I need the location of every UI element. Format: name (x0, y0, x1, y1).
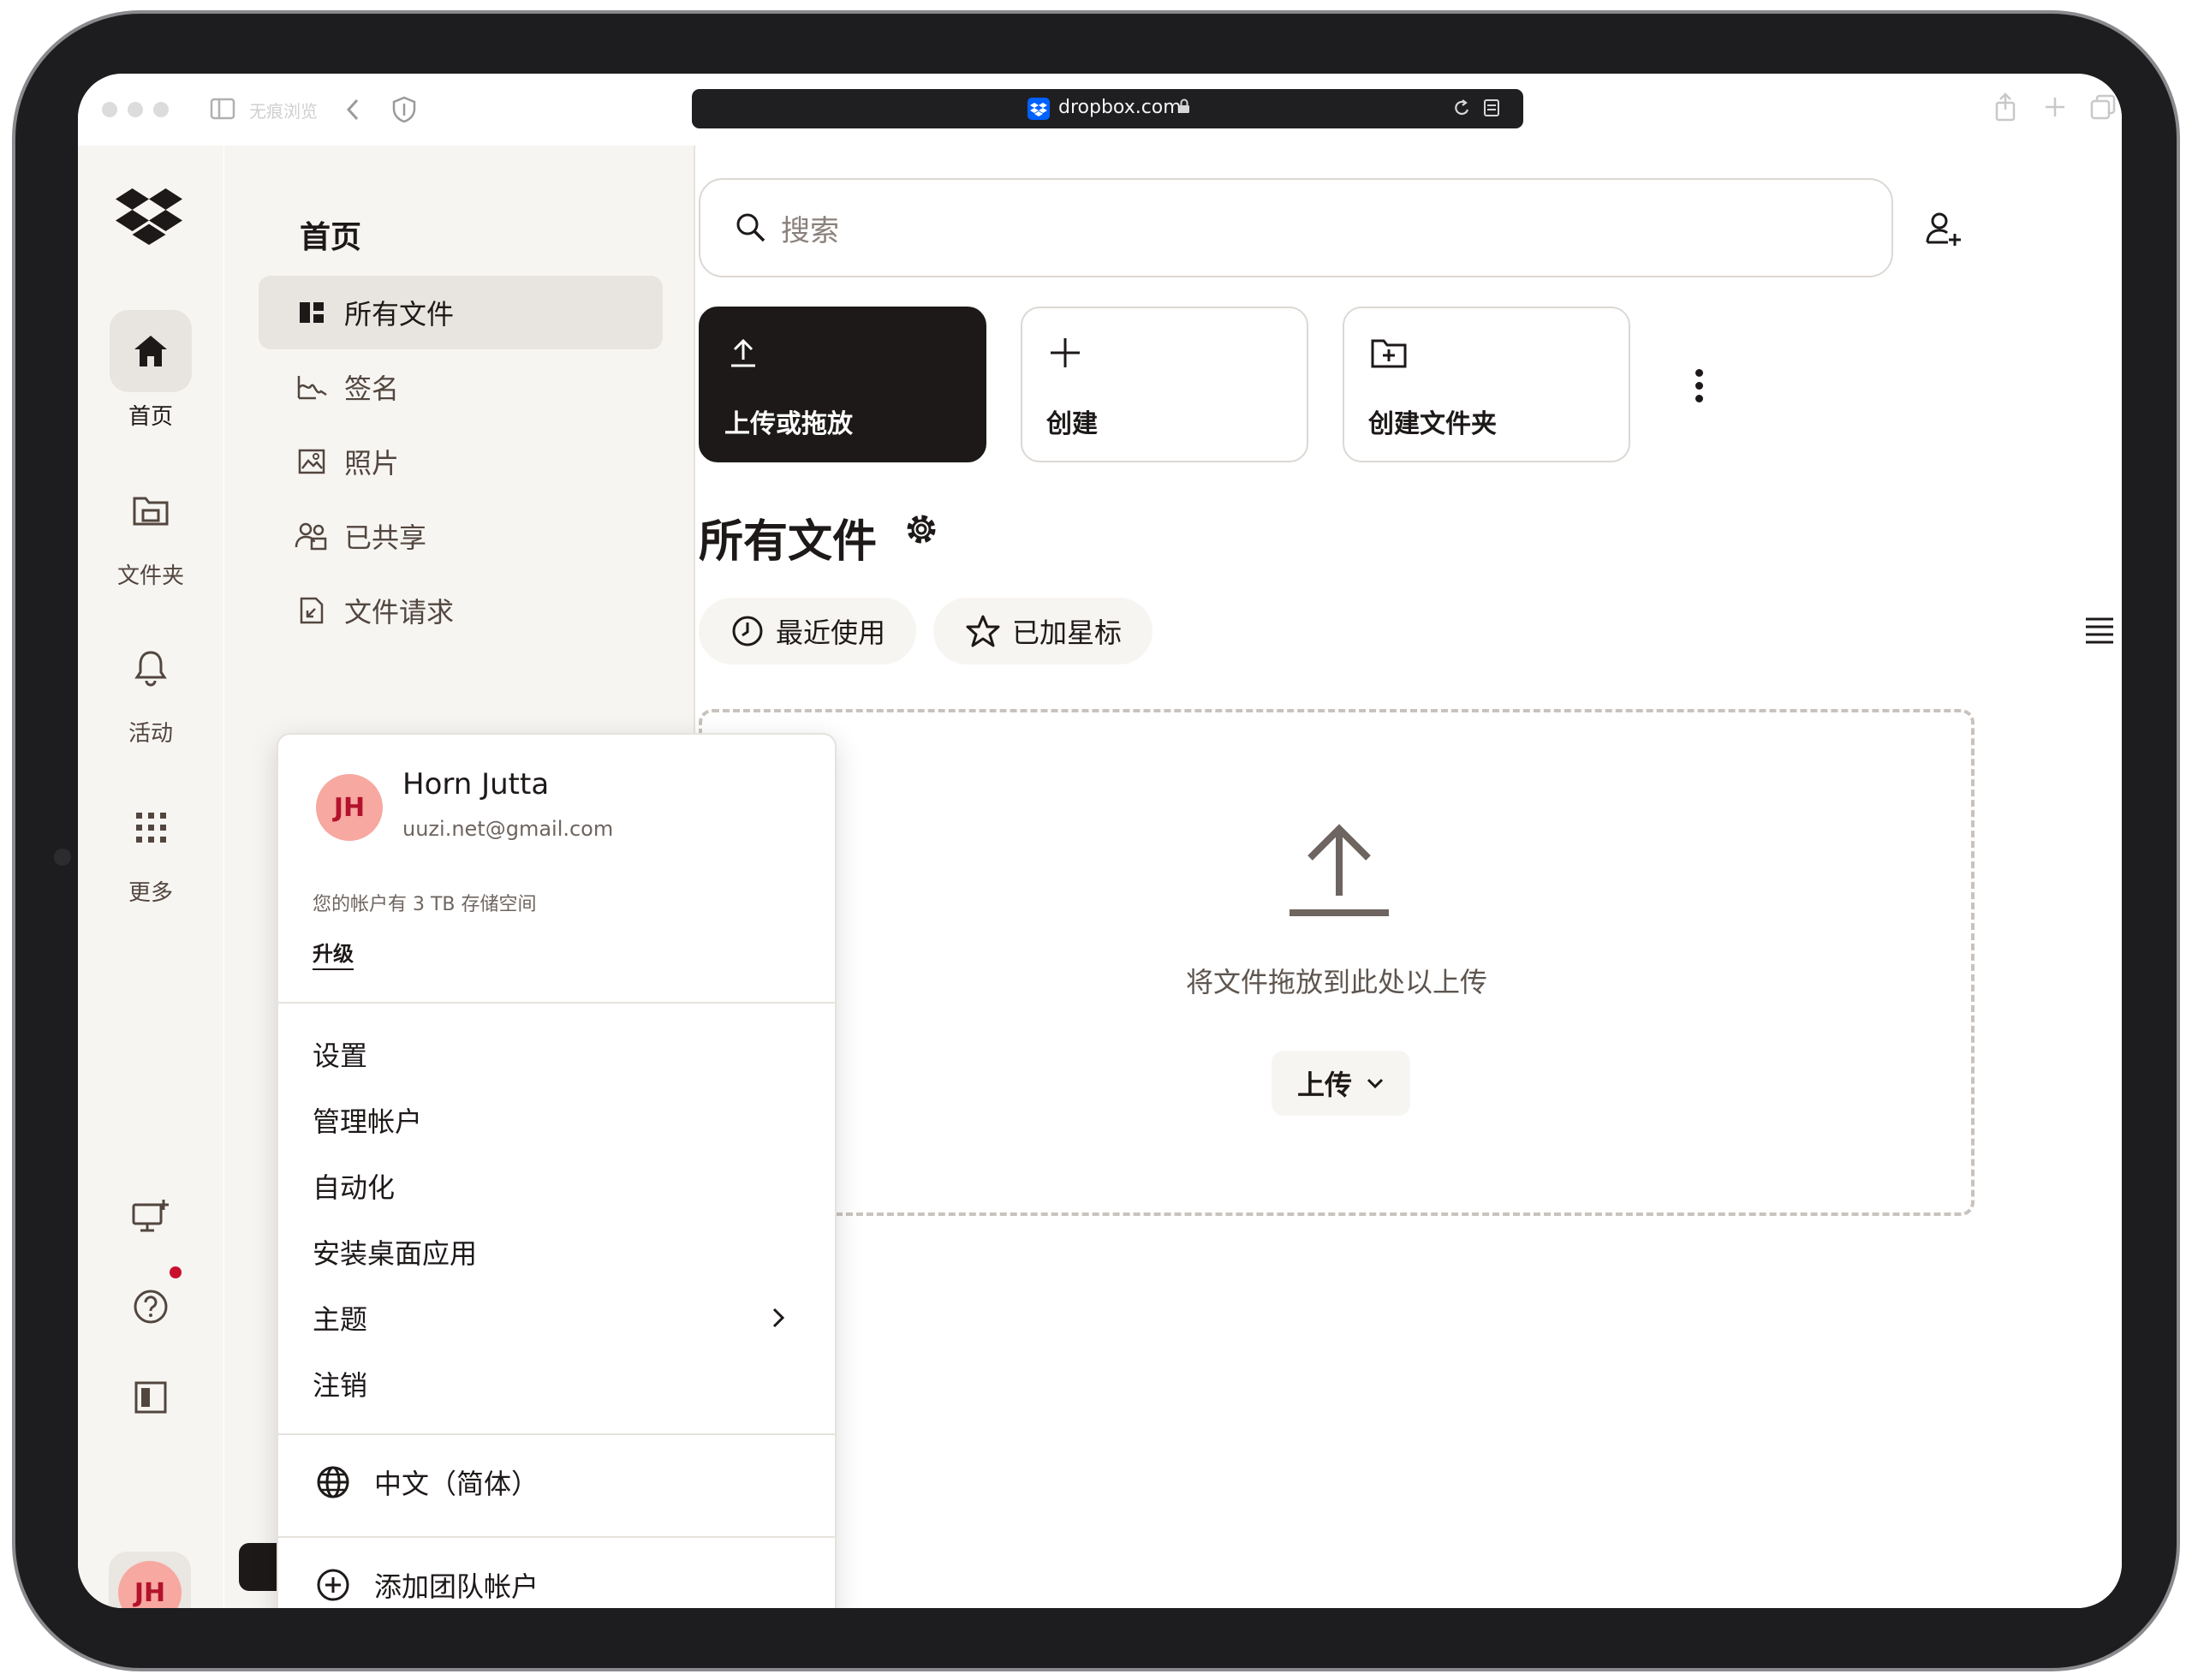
drop-zone-text: 将文件拖放到此处以上传 (1185, 966, 1487, 998)
rail-item-more[interactable]: 更多 (78, 786, 223, 907)
dropbox-favicon (1028, 98, 1050, 120)
share-icon[interactable] (1994, 92, 2016, 122)
search-input[interactable]: 搜索 (699, 178, 1893, 277)
bell-icon (134, 651, 167, 687)
new-tab-icon[interactable] (2044, 96, 2066, 118)
menu-divider (278, 1433, 835, 1435)
search-icon (736, 213, 765, 242)
upload-icon (731, 338, 755, 367)
create-folder-button[interactable]: 创建文件夹 (1343, 307, 1630, 462)
grid-icon (136, 813, 166, 843)
plus-circle-icon (317, 1569, 349, 1601)
rail-label-activity: 活动 (128, 721, 173, 747)
file-request-icon (300, 597, 324, 624)
sidebar-toggle-icon[interactable] (210, 98, 235, 120)
all-files-icon (300, 302, 324, 323)
menu-item-settings[interactable]: 设置 (313, 1034, 367, 1074)
filter-recent[interactable]: 最近使用 (699, 598, 917, 664)
upload-dropdown-button[interactable]: 上传 (1272, 1051, 1410, 1116)
avatar: JH (118, 1561, 182, 1608)
upgrade-link[interactable]: 升级 (313, 937, 354, 970)
search-placeholder: 搜索 (781, 213, 839, 248)
account-email: uuzi.net@gmail.com (402, 817, 614, 841)
subnav-item-shared[interactable]: 已共享 (259, 499, 663, 573)
subnav-item-all-files[interactable]: 所有文件 (259, 276, 663, 349)
add-user-icon (1926, 212, 1961, 246)
globe-icon (317, 1466, 349, 1498)
help-button[interactable] (125, 1281, 176, 1332)
menu-item-install-desktop-app[interactable]: 安装桌面应用 (313, 1232, 477, 1272)
chevron-right-icon (772, 1308, 785, 1328)
folder-icon (133, 497, 169, 526)
sidebar-panel-icon (134, 1381, 167, 1414)
main-content: 搜索 上传或拖放 创建 创建文件夹 所有文件 最近使用 已加星标 将文件拖放到此… (697, 146, 2122, 1608)
address-bar[interactable]: dropbox.com (692, 89, 1523, 128)
section-title: 所有文件 (699, 516, 878, 568)
menu-divider (278, 1536, 835, 1538)
rail-label-more: 更多 (128, 880, 173, 906)
reload-icon[interactable] (1452, 98, 1471, 119)
private-tab-label: 无痕浏览 (249, 101, 318, 122)
dropbox-logo-icon[interactable] (116, 188, 182, 245)
menu-item-manage-account[interactable]: 管理帐户 (313, 1100, 422, 1140)
star-icon (966, 615, 1000, 647)
window-close-dot[interactable] (102, 102, 117, 117)
clock-icon (732, 616, 763, 646)
privacy-shield-icon[interactable] (391, 96, 417, 123)
desktop-plus-icon (132, 1200, 169, 1232)
chevron-down-icon (1367, 1078, 1384, 1089)
url-text: dropbox.com (1058, 97, 1182, 118)
lock-icon (1179, 98, 1189, 113)
photo-icon (298, 449, 325, 474)
add-team-account-button[interactable]: 添加团队帐户 (316, 1565, 539, 1605)
account-menu-avatar: JH (316, 774, 383, 841)
account-name: Horn Jutta (402, 767, 550, 801)
window-zoom-dot[interactable] (153, 102, 169, 117)
browser-toolbar: 无痕浏览 dropbox.com (78, 74, 2122, 146)
account-menu: JH Horn Jutta uuzi.net@gmail.com 您的帐户有 3… (277, 733, 837, 1608)
help-icon (134, 1290, 168, 1324)
language-selector[interactable]: 中文（简体） (316, 1463, 539, 1502)
plus-icon (1051, 338, 1080, 367)
rail-item-home[interactable]: 首页 (78, 310, 223, 431)
notification-dot (170, 1266, 182, 1278)
more-actions-button[interactable] (1682, 360, 1716, 411)
new-folder-icon (1371, 339, 1407, 368)
list-view-icon[interactable] (2084, 615, 2115, 646)
window-minimize-dot[interactable] (128, 102, 143, 117)
desktop-app-button[interactable] (125, 1190, 176, 1242)
account-avatar-button[interactable]: JH (109, 1552, 191, 1608)
signature-icon (297, 376, 327, 400)
add-user-button[interactable] (1913, 199, 1973, 259)
subnav-item-photos[interactable]: 照片 (259, 425, 663, 498)
tab-overview-icon[interactable] (2090, 94, 2116, 120)
storage-info: 您的帐户有 3 TB 存储空间 (313, 894, 537, 915)
gear-icon[interactable] (902, 510, 940, 548)
rail-label-home: 首页 (128, 404, 173, 430)
subnav-item-file-request[interactable]: 文件请求 (259, 574, 663, 647)
rail-item-activity[interactable]: 活动 (78, 627, 223, 748)
camera (54, 849, 71, 866)
menu-item-sign-out[interactable]: 注销 (313, 1364, 367, 1403)
rail-item-folders[interactable]: 文件夹 (78, 469, 223, 590)
menu-item-theme[interactable]: 主题 (313, 1298, 367, 1337)
screen: 无痕浏览 dropbox.com 首页 文件夹 活动 更多 JH 首页 所有文件… (78, 74, 2122, 1608)
upload-or-drop-button[interactable]: 上传或拖放 (699, 307, 986, 462)
upload-arrow-icon (1290, 824, 1389, 916)
reader-icon[interactable] (1483, 98, 1500, 117)
more-dot-icon (1695, 368, 1703, 377)
rail-label-folders: 文件夹 (116, 563, 184, 589)
subnav-item-signature[interactable]: 签名 (259, 350, 663, 424)
drop-zone[interactable]: 将文件拖放到此处以上传 上传 (699, 709, 1975, 1216)
collapse-sidebar-button[interactable] (125, 1372, 176, 1423)
filter-starred[interactable]: 已加星标 (933, 598, 1153, 664)
left-rail: 首页 文件夹 活动 更多 JH (78, 146, 223, 1608)
menu-item-automation[interactable]: 自动化 (313, 1166, 395, 1206)
menu-divider (278, 1002, 835, 1004)
subnav-title: 首页 (300, 220, 362, 255)
back-icon[interactable] (345, 98, 360, 122)
create-button[interactable]: 创建 (1021, 307, 1308, 462)
home-icon (134, 336, 167, 366)
shared-icon (295, 522, 327, 551)
